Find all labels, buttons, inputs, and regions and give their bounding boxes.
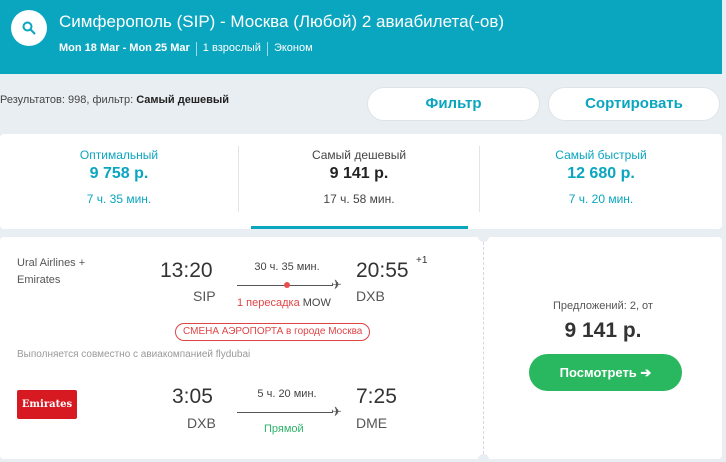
tab-price: 12 680 р. [567,165,635,182]
tab-duration: 7 ч. 20 мин. [568,192,634,206]
arrival-time: 7:25 [356,385,397,408]
stops-count: 1 пересадка [237,297,300,309]
active-filter: Самый дешевый [136,94,230,106]
stops-info: 1 пересадка MOW [237,297,331,309]
results-text: Результатов: 998, фильтр: [0,94,134,106]
search-icon [22,21,36,35]
card-notch [478,231,489,242]
arrival-airport: DME [356,415,388,431]
tab-duration: 7 ч. 35 мин. [86,192,152,206]
tab-label: Оптимальный [79,148,159,162]
search-details: Mon 18 Mar - Mon 25 Mar 1 взрослый Эконо… [59,42,313,56]
next-day-badge: +1 [416,255,428,266]
arrival-airport: DXB [356,288,385,304]
tab-optimal[interactable]: Оптимальный 9 758 р. 7 ч. 35 мин. [0,134,238,229]
airport-change-warning: СМЕНА АЭРОПОРТА в городе Москва [175,323,371,341]
departure-airport: DXB [187,415,216,431]
plane-icon: ✈ [331,404,342,419]
active-tab-indicator [251,226,468,229]
cabin-class: Эконом [273,42,313,54]
departure-time: 13:20 [160,259,213,282]
view-offer-button[interactable]: Посмотреть ➔ [529,354,682,391]
tab-cheapest[interactable]: Самый дешевый 9 141 р. 17 ч. 58 мин. [239,134,479,229]
ticket-price: 9 141 р. [564,319,642,342]
tab-duration: 17 ч. 58 мин. [323,192,395,206]
passenger-count: 1 взрослый [202,42,261,54]
arrival-time: 20:55 [356,259,409,282]
tab-label: Самый быстрый [555,148,647,162]
flight-result-card[interactable]: Ural Airlines + Emirates 13:20 SIP 30 ч.… [0,231,722,462]
departure-time: 3:05 [172,385,213,408]
tab-price: 9 758 р. [89,165,149,182]
travel-dates: Mon 18 Mar - Mon 25 Mar [59,42,190,54]
sort-button[interactable]: Сортировать [548,87,720,121]
filter-button[interactable]: Фильтр [367,87,540,121]
sort-tabs: Оптимальный 9 758 р. 7 ч. 35 мин. Самый … [0,134,722,229]
route-line [237,412,333,413]
tab-label: Самый дешевый [311,148,407,162]
flight-duration: 30 ч. 35 мин. [254,261,320,273]
flight-duration: 5 ч. 20 мин. [257,388,317,400]
plane-icon: ✈ [331,277,342,292]
stop-dot [284,282,290,288]
emirates-logo: Emirates [17,390,77,419]
route-title: Симферополь (SIP) - Москва (Любой) 2 ави… [59,12,505,31]
search-button[interactable] [11,10,47,46]
card-notch [478,454,489,462]
divider [266,42,268,56]
departure-airport: SIP [193,288,216,304]
divider [195,42,197,56]
codeshare-note: Выполняется совместно с авиакомпанией fl… [17,349,251,360]
offers-count: Предложений: 2, от [553,300,653,312]
results-count: Результатов: 998, фильтр: Самый дешевый [0,94,229,106]
tab-fastest[interactable]: Самый быстрый 12 680 р. 7 ч. 20 мин. [480,134,722,229]
airline-names: Ural Airlines + Emirates [17,257,86,286]
card-divider [483,237,484,459]
search-summary-header[interactable]: Симферополь (SIP) - Москва (Любой) 2 ави… [0,0,722,74]
tab-price: 9 141 р. [329,165,389,182]
stop-airport: MOW [302,297,331,309]
direct-flight-label: Прямой [264,423,304,435]
